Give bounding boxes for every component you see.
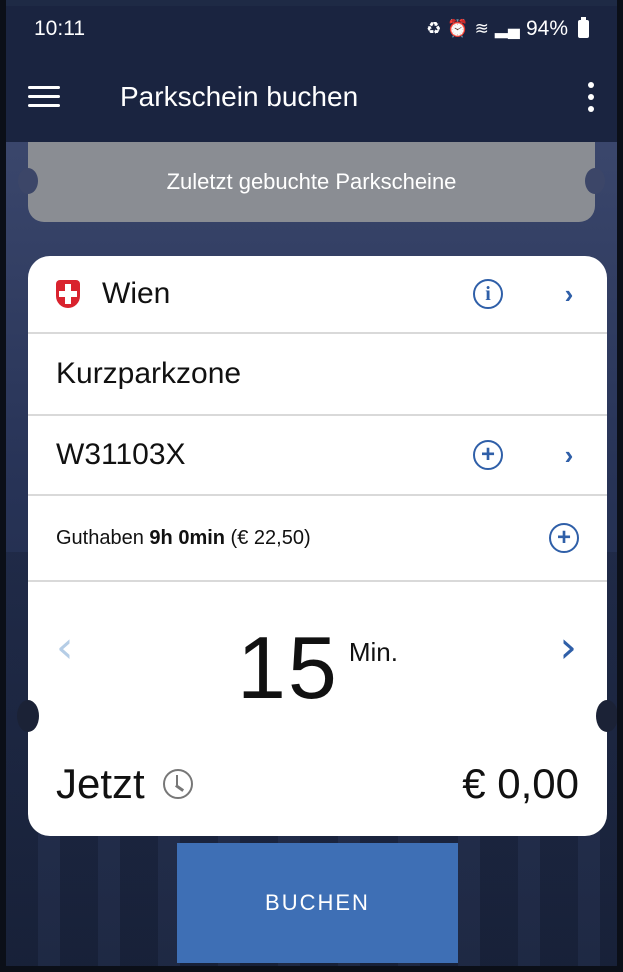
status-bar: 10:11 ♻ ⏰ ≋ ▂▄ 94% [6,6,617,52]
start-time-label: Jetzt [56,759,145,807]
wifi-icon: ≋ [474,19,489,38]
booking-card: Wien i › Kurzparkzone W31103X + › Guthab… [28,256,607,836]
balance-time: 9h 0min [149,526,225,549]
chevron-right-icon[interactable]: › [559,440,579,471]
zone-row: Kurzparkzone [28,334,607,416]
add-plate-icon[interactable]: + [473,440,503,470]
chevron-right-icon[interactable]: › [559,279,579,310]
signal-icon: ▂▄ [494,19,520,38]
duration-selector: ‹ 15 Min. › [28,582,607,732]
city-name: Wien [102,277,171,310]
add-balance-icon[interactable]: + [549,523,579,553]
status-time: 10:11 [34,17,85,40]
info-icon[interactable]: i [473,279,503,309]
ticket-notch-left [17,700,39,732]
device-frame-right [617,0,623,972]
more-options-icon[interactable] [587,82,595,112]
alarm-icon: ⏰ [447,19,469,38]
decrease-duration-button[interactable]: ‹ [56,622,74,673]
status-icons: ♻ ⏰ ≋ ▂▄ 94% [426,17,589,41]
start-price-row: Jetzt € 0,00 [28,731,607,836]
balance-amount: (€ 22,50) [225,526,311,549]
book-button-label: BUCHEN [265,890,370,915]
battery-icon [578,17,589,38]
app-bar: Parkschein buchen [6,52,617,142]
zone-name: Kurzparkzone [56,357,242,390]
device-frame-bottom [0,966,623,972]
duration-value: 15 [236,618,339,717]
city-row[interactable]: Wien i › [28,256,607,334]
license-plate: W31103X [56,438,186,471]
balance-row: Guthaben 9h 0min (€ 22,50) + [28,496,607,582]
device-frame-left [0,0,6,972]
battery-percent: 94% [525,17,568,40]
balance-text: Guthaben 9h 0min (€ 22,50) [56,527,549,550]
menu-icon[interactable] [28,86,60,108]
duration-unit: Min. [348,636,398,667]
book-button[interactable]: BUCHEN [177,843,458,963]
recycle-icon: ♻ [426,19,442,38]
ticket-notch-right [596,700,618,732]
vienna-flag-icon [56,280,80,308]
page-title: Parkschein buchen [120,81,359,112]
clock-icon[interactable] [162,768,193,799]
price-value: € 0,00 [462,759,579,807]
balance-prefix: Guthaben [56,526,150,549]
plate-row[interactable]: W31103X + › [28,416,607,496]
recent-tickets-label: Zuletzt gebuchte Parkscheine [166,169,457,194]
recent-tickets-button[interactable]: Zuletzt gebuchte Parkscheine [18,142,605,222]
increase-duration-button[interactable]: › [559,622,577,673]
